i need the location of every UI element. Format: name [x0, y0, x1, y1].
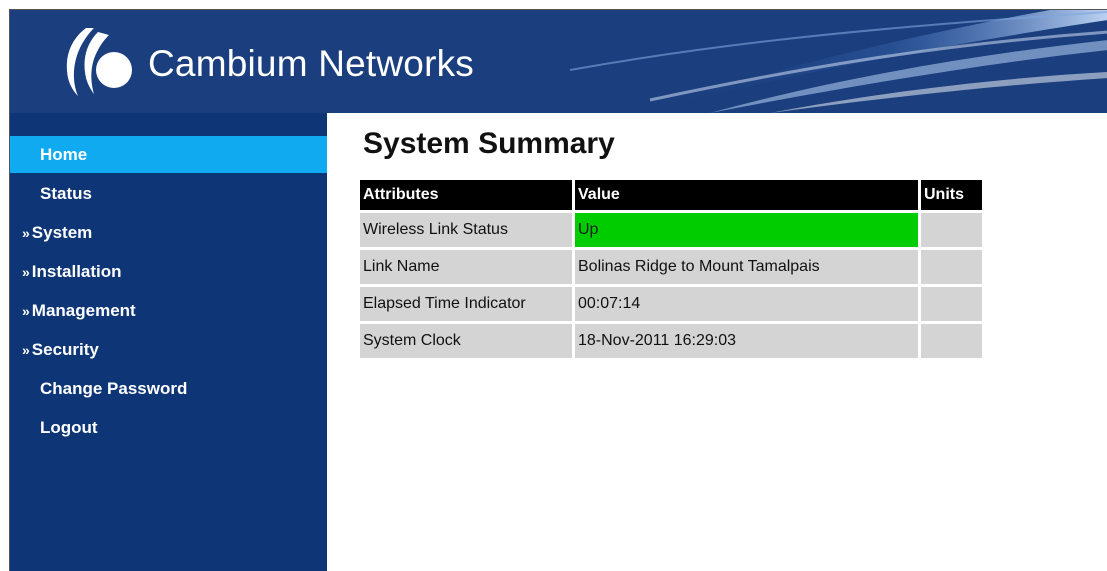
table-row: Elapsed Time Indicator 00:07:14: [360, 287, 982, 321]
header-banner: Cambium Networks: [10, 10, 1107, 113]
page-title: System Summary: [363, 127, 615, 160]
column-header-units: Units: [921, 180, 982, 210]
table-row: Link Name Bolinas Ridge to Mount Tamalpa…: [360, 250, 982, 284]
table-header-row: Attributes Value Units: [360, 180, 982, 210]
attribute-cell: Link Name: [360, 250, 572, 284]
nav-item-status[interactable]: Status: [10, 175, 327, 212]
nav-item-label: Installation: [31, 262, 122, 281]
system-summary-table: Attributes Value Units Wireless Link Sta…: [357, 177, 985, 361]
units-cell: [921, 213, 982, 247]
table-row: System Clock 18-Nov-2011 16:29:03: [360, 324, 982, 358]
expand-chevron-icon: »: [22, 264, 30, 280]
value-cell: 18-Nov-2011 16:29:03: [575, 324, 918, 358]
expand-chevron-icon: »: [22, 342, 30, 358]
nav-item-label: Home: [40, 145, 88, 164]
status-up-cell: Up: [575, 213, 918, 247]
units-cell: [921, 324, 982, 358]
nav-item-security[interactable]: » Security: [10, 331, 327, 368]
expand-chevron-icon: »: [22, 225, 30, 241]
value-cell: 00:07:14: [575, 287, 918, 321]
nav-item-home[interactable]: Home: [10, 136, 327, 173]
nav-item-label: Management: [31, 301, 136, 320]
nav-item-logout[interactable]: Logout: [10, 409, 327, 446]
nav-item-label: Status: [40, 184, 92, 203]
expand-chevron-icon: »: [22, 303, 30, 319]
units-cell: [921, 287, 982, 321]
nav-item-system[interactable]: » System: [10, 214, 327, 251]
attribute-cell: System Clock: [360, 324, 572, 358]
value-cell: Bolinas Ridge to Mount Tamalpais: [575, 250, 918, 284]
nav-item-label: Change Password: [40, 379, 188, 398]
nav-item-label: Security: [31, 340, 99, 359]
brand-logo: Cambium Networks: [56, 22, 474, 100]
sidebar-nav: Home Status » System » Installation » Manag…: [10, 113, 327, 571]
brand-name: Cambium Networks: [148, 43, 474, 84]
nav-item-management[interactable]: » Management: [10, 292, 327, 329]
nav-item-installation[interactable]: » Installation: [10, 253, 327, 290]
cambium-logo-icon: [66, 28, 132, 96]
attribute-cell: Elapsed Time Indicator: [360, 287, 572, 321]
main-content: System Summary Attributes Value Units Wi…: [327, 113, 1107, 571]
nav-item-label: System: [31, 223, 93, 242]
column-header-attributes: Attributes: [360, 180, 572, 210]
nav-list: Home Status » System » Installation » Manag…: [10, 113, 327, 446]
nav-item-label: Logout: [40, 418, 98, 437]
units-cell: [921, 250, 982, 284]
column-header-value: Value: [575, 180, 918, 210]
table-row: Wireless Link Status Up: [360, 213, 982, 247]
nav-item-change-password[interactable]: Change Password: [10, 370, 327, 407]
attribute-cell: Wireless Link Status: [360, 213, 572, 247]
app-frame: Cambium Networks Home Status » System » In…: [9, 9, 1107, 571]
